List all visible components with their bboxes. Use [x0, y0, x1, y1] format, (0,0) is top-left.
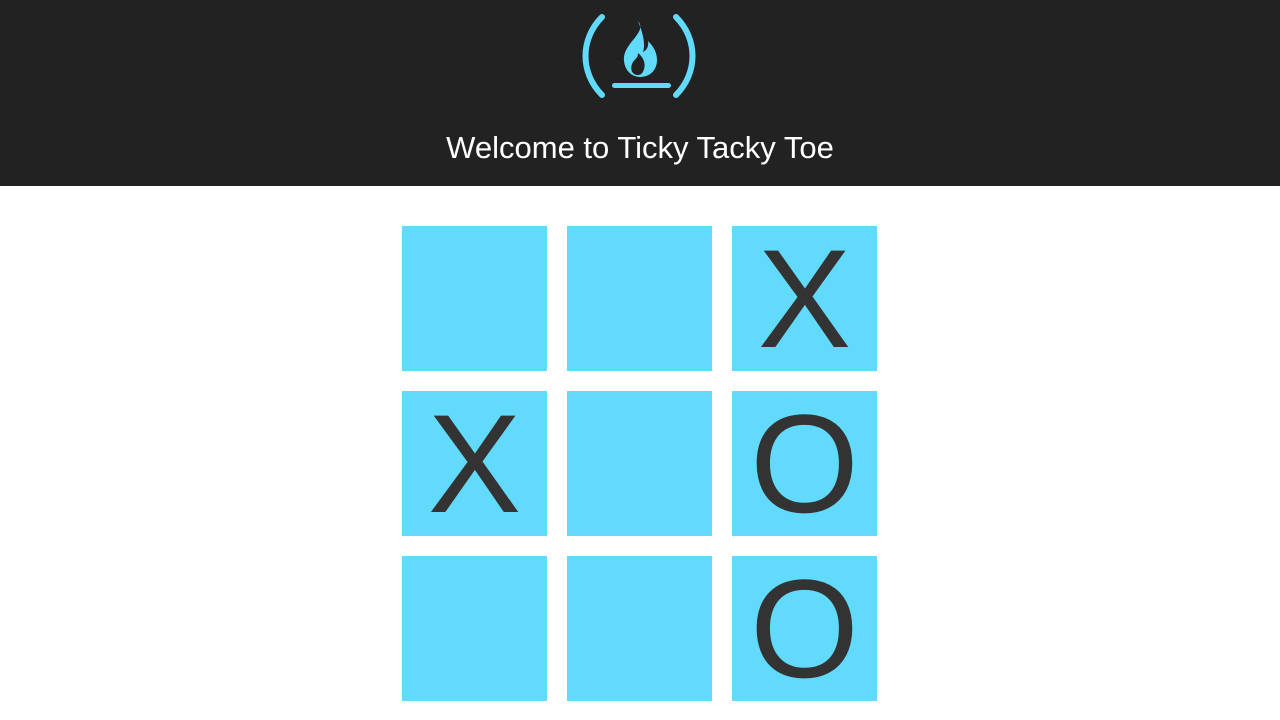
board-cell-6[interactable]: O: [732, 391, 877, 536]
board-cell-8[interactable]: [567, 556, 712, 701]
board-cell-5[interactable]: [567, 391, 712, 536]
freecodecamp-logo-icon: [582, 14, 696, 98]
board-cell-3[interactable]: X: [732, 226, 877, 371]
game-board: X X O O: [402, 226, 877, 701]
board-cell-2[interactable]: [567, 226, 712, 371]
page-title: Welcome to Ticky Tacky Toe: [446, 130, 834, 165]
header: Welcome to Ticky Tacky Toe: [0, 0, 1280, 186]
board-cell-7[interactable]: [402, 556, 547, 701]
board-cell-4[interactable]: X: [402, 391, 547, 536]
board-cell-1[interactable]: [402, 226, 547, 371]
board-cell-9[interactable]: O: [732, 556, 877, 701]
